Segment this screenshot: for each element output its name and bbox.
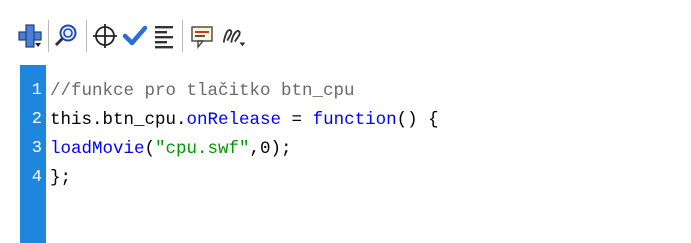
script-editor[interactable]: 1 //funkce pro tlačitko btn_cpu 2 this.btn_… (0, 65, 691, 243)
code-token-plain: ( (144, 139, 156, 159)
toolbar-separator (86, 20, 87, 52)
code-token-keyword: onRelease (186, 110, 282, 130)
code-line[interactable]: 2 this.btn_cpu.onRelease = function() { (0, 107, 691, 133)
code-line[interactable]: 1 //funkce pro tlačitko btn_cpu (0, 78, 691, 104)
check-syntax-icon (122, 25, 148, 46)
code-token-comment: //funkce pro tlačitko btn_cpu (50, 81, 355, 101)
code-line[interactable]: 4}; (0, 165, 691, 191)
auto-format-button[interactable] (150, 22, 178, 50)
code-text: //funkce pro tlačitko btn_cpu (50, 78, 355, 104)
find-button[interactable] (52, 22, 80, 50)
check-syntax-button[interactable] (121, 22, 149, 50)
code-text: }; (50, 165, 71, 191)
code-token-plain: this.btn_cpu. (50, 110, 187, 130)
auto-format-icon (155, 26, 173, 49)
line-number: 2 (31, 110, 42, 129)
code-text: loadMovie("cpu.swf",0); (50, 136, 292, 162)
toolbar-separator (48, 20, 49, 52)
code-token-string: "cpu.swf" (155, 139, 250, 159)
toolbar-separator (182, 20, 183, 52)
code-token-plain: ,0); (249, 139, 292, 159)
line-number: 3 (31, 139, 42, 158)
code-token-plain: }; (50, 168, 72, 188)
add-statement-button[interactable] (16, 22, 44, 50)
debug-options-button[interactable] (220, 22, 248, 50)
code-text: this.btn_cpu.onRelease = function() { (50, 107, 439, 133)
code-token-plain: = (281, 110, 313, 130)
code-token-keyword: function (312, 110, 397, 130)
code-hint-icon (191, 26, 213, 49)
line-number: 4 (31, 168, 42, 187)
code-token-plain: () { (396, 110, 439, 130)
actions-toolbar (0, 0, 691, 65)
code-hint-button[interactable] (188, 22, 216, 50)
insert-target-path-icon (93, 24, 117, 48)
add-statement-icon (18, 24, 42, 48)
find-icon (54, 24, 77, 47)
debug-options-icon (222, 29, 246, 47)
code-line[interactable]: 3 loadMovie("cpu.swf",0); (0, 136, 691, 162)
line-number: 1 (31, 81, 42, 100)
insert-target-path-button[interactable] (91, 22, 119, 50)
code-token-keyword: loadMovie (50, 139, 145, 159)
